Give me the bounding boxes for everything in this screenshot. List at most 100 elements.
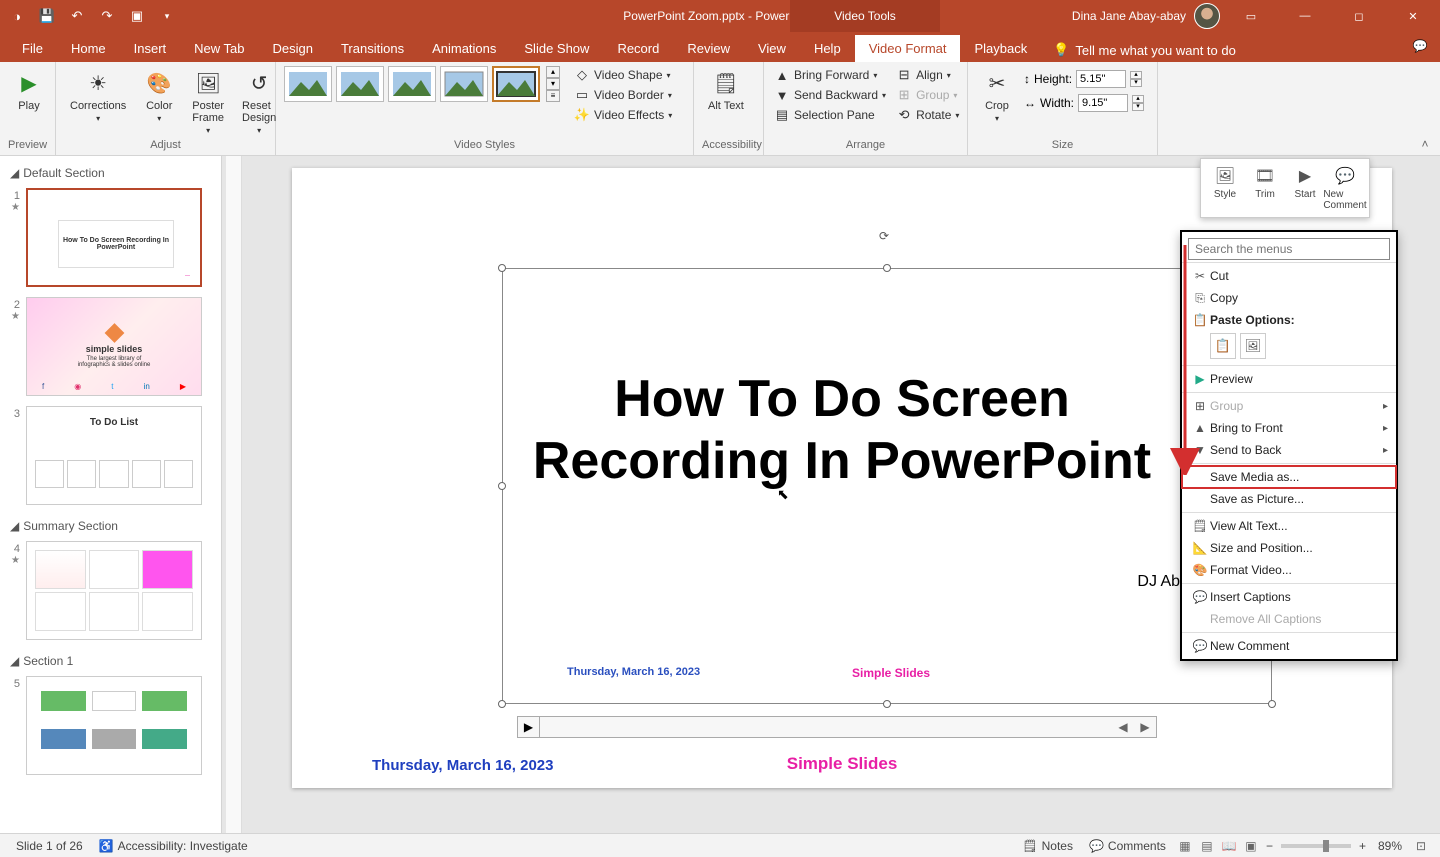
alt-text-button[interactable]: 🗒Alt Text [702,66,750,114]
tab-help[interactable]: Help [800,35,855,62]
rotate-handle-icon[interactable]: ⟳ [879,229,895,245]
reading-view-icon[interactable]: 📖 [1218,837,1240,855]
width-field[interactable] [1078,94,1128,112]
video-style-5[interactable] [492,66,540,102]
video-border-button[interactable]: ▭Video Border ▾ [572,86,674,104]
comments-pane-icon[interactable]: 💬 [1408,36,1432,56]
slide-counter[interactable]: Slide 1 of 26 [8,839,91,853]
slideshow-view-icon[interactable]: ▣ [1240,837,1262,855]
comments-button[interactable]: 💬Comments [1081,839,1174,853]
height-down[interactable]: ▾ [1130,79,1142,87]
ctx-save-picture[interactable]: Save as Picture... [1182,488,1396,510]
ctx-view-alt-text[interactable]: 🗒View Alt Text... [1182,515,1396,537]
video-play-icon[interactable]: ▶ [518,716,540,738]
undo-icon[interactable]: ↶ [68,7,86,25]
section-default[interactable]: ◢ Default Section [8,162,213,184]
notes-button[interactable]: 🗒Notes [1014,839,1081,853]
style-gallery-more[interactable]: ≡ [546,90,560,102]
ctx-size-position[interactable]: 📐Size and Position... [1182,537,1396,559]
video-effects-button[interactable]: ✨Video Effects ▾ [572,106,674,124]
video-style-2[interactable] [336,66,384,102]
tab-design[interactable]: Design [259,35,327,62]
close-icon[interactable]: ✕ [1390,0,1436,32]
mini-trim-button[interactable]: 🎞Trim [1245,163,1285,213]
tab-file[interactable]: File [8,35,57,62]
group-button[interactable]: ⊞Group ▾ [894,86,961,104]
tab-animations[interactable]: Animations [418,35,510,62]
slide-thumb-5[interactable] [26,676,202,775]
slide-panel[interactable]: ◢ Default Section 1★ How To Do Screen Re… [0,156,222,833]
tab-record[interactable]: Record [603,35,673,62]
zoom-slider[interactable] [1281,844,1351,848]
start-from-beginning-icon[interactable]: ▣ [128,7,146,25]
fit-to-window-icon[interactable]: ⊡ [1410,837,1432,855]
video-track[interactable] [540,717,1112,737]
bring-forward-button[interactable]: ▲Bring Forward ▾ [772,66,888,84]
video-style-4[interactable] [440,66,488,102]
tab-review[interactable]: Review [673,35,744,62]
slide-thumb-2[interactable]: simple slides The largest library of inf… [26,297,202,396]
redo-icon[interactable]: ↷ [98,7,116,25]
width-up[interactable]: ▴ [1132,95,1144,103]
color-button[interactable]: 🎨Color▾ [138,66,180,125]
collapse-ribbon-icon[interactable]: ˄ [1416,137,1434,151]
tab-new-tab[interactable]: New Tab [180,35,258,62]
tab-video-format[interactable]: Video Format [855,35,961,62]
resize-handle-br[interactable] [1268,700,1276,708]
selection-pane-button[interactable]: ▤Selection Pane [772,106,888,124]
tab-home[interactable]: Home [57,35,120,62]
ctx-bring-front[interactable]: ▲Bring to Front▸ [1182,417,1396,439]
poster-frame-button[interactable]: 🖼Poster Frame▾ [186,66,230,137]
minimize-icon[interactable]: — [1282,0,1328,32]
maximize-icon[interactable]: ◻ [1336,0,1382,32]
width-input[interactable]: ↔ Width: ▴▾ [1024,94,1144,112]
align-button[interactable]: ⊟Align ▾ [894,66,961,84]
tab-transitions[interactable]: Transitions [327,35,418,62]
user-avatar[interactable] [1194,3,1220,29]
tab-insert[interactable]: Insert [120,35,181,62]
video-next-icon[interactable]: ▶ [1134,720,1156,734]
resize-handle-b[interactable] [883,700,891,708]
rotate-button[interactable]: ⟲Rotate ▾ [894,106,961,124]
crop-button[interactable]: ✂Crop▾ [976,66,1018,125]
slide-thumb-1[interactable]: How To Do Screen Recording In PowerPoint… [26,188,202,287]
send-backward-button[interactable]: ▼Send Backward ▾ [772,86,888,104]
corrections-button[interactable]: ☀Corrections▾ [64,66,132,125]
accessibility-checker[interactable]: ♿Accessibility: Investigate [91,839,256,853]
resize-handle-t[interactable] [883,264,891,272]
tab-playback[interactable]: Playback [960,35,1041,62]
context-search-input[interactable] [1188,238,1390,260]
autosave-toggle[interactable]: ◑ [8,7,26,25]
tell-me-search[interactable]: 💡 Tell me what you want to do [1053,42,1236,62]
width-down[interactable]: ▾ [1132,103,1144,111]
section-1[interactable]: ◢ Section 1 [8,650,213,672]
qat-customize-icon[interactable]: ▾ [158,7,176,25]
paste-keep-source[interactable]: 📋 [1210,333,1236,359]
height-input[interactable]: ↕ Height: ▴▾ [1024,70,1144,88]
save-icon[interactable]: 💾 [38,7,56,25]
ctx-insert-captions[interactable]: 💬Insert Captions [1182,586,1396,608]
resize-handle-bl[interactable] [498,700,506,708]
mini-start-button[interactable]: ▶Start [1285,163,1325,213]
resize-handle-tl[interactable] [498,264,506,272]
ctx-new-comment[interactable]: 💬New Comment [1182,635,1396,657]
section-summary[interactable]: ◢ Summary Section [8,515,213,537]
ctx-save-media[interactable]: Save Media as... [1182,466,1396,488]
video-style-3[interactable] [388,66,436,102]
height-up[interactable]: ▴ [1130,71,1142,79]
video-playback-bar[interactable]: ▶ ◀ ▶ [517,716,1157,738]
zoom-level[interactable]: 89% [1370,839,1410,853]
mini-new-comment-button[interactable]: 💬New Comment [1325,163,1365,213]
slide-thumb-3[interactable]: To Do List [26,406,202,505]
style-gallery-up[interactable]: ▴ [546,66,560,78]
slide-thumb-4[interactable] [26,541,202,640]
zoom-out-icon[interactable]: − [1266,839,1273,853]
ctx-format-video[interactable]: 🎨Format Video... [1182,559,1396,581]
mini-style-button[interactable]: 🖼Style [1205,163,1245,213]
zoom-in-icon[interactable]: + [1359,839,1366,853]
height-field[interactable] [1076,70,1126,88]
ctx-send-back[interactable]: ▼Send to Back▸ [1182,439,1396,461]
tab-view[interactable]: View [744,35,800,62]
slide-sorter-view-icon[interactable]: ▤ [1196,837,1218,855]
ctx-copy[interactable]: ⎘Copy [1182,287,1396,309]
